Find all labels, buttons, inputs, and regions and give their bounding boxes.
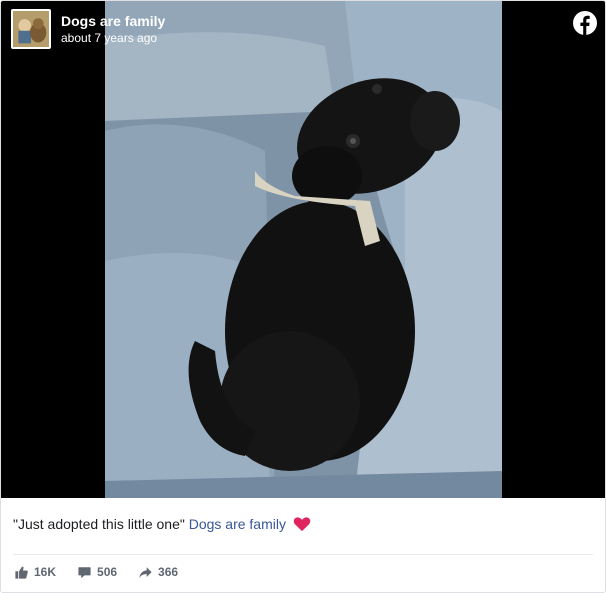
comment-icon xyxy=(78,566,91,578)
comment-count[interactable]: 506 xyxy=(78,565,117,579)
embedded-post-card: Dogs are family about 7 years ago "Just … xyxy=(0,0,606,593)
thumbs-up-icon xyxy=(15,566,28,579)
page-avatar[interactable] xyxy=(11,9,51,49)
facebook-icon[interactable] xyxy=(573,11,597,35)
dog-photo xyxy=(105,1,502,498)
share-arrow-icon xyxy=(139,566,152,578)
engagement-bar: 16K 506 366 xyxy=(1,555,605,589)
heart-icon xyxy=(293,517,311,532)
post-header: Dogs are family about 7 years ago xyxy=(11,9,165,49)
caption-page-link[interactable]: Dogs are family xyxy=(189,516,286,532)
caption-text: "Just adopted this little one" xyxy=(13,516,185,532)
comment-count-label: 506 xyxy=(97,565,118,579)
post-media[interactable]: Dogs are family about 7 years ago xyxy=(1,1,605,498)
share-count[interactable]: 366 xyxy=(139,565,178,579)
like-count-label: 16K xyxy=(34,565,57,579)
like-count[interactable]: 16K xyxy=(15,565,56,579)
share-count-label: 366 xyxy=(158,565,179,579)
post-timestamp[interactable]: about 7 years ago xyxy=(61,31,165,46)
post-caption: "Just adopted this little one" Dogs are … xyxy=(1,498,605,546)
page-name-link[interactable]: Dogs are family xyxy=(61,13,165,30)
